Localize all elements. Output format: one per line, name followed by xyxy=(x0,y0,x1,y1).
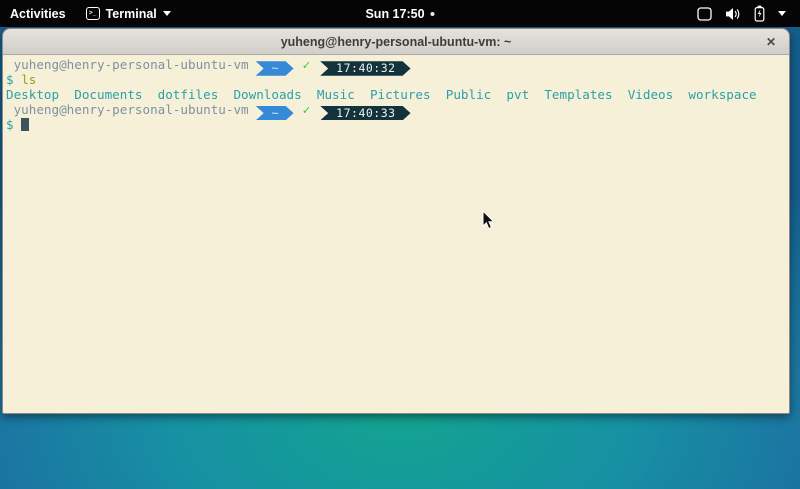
app-indicator-menu[interactable]: >_ Terminal xyxy=(76,0,181,27)
battery-charging-icon xyxy=(754,5,765,22)
prompt-symbol: $ xyxy=(6,72,14,87)
terminal-content[interactable]: yuheng@henry-personal-ubuntu-vm ~ ✓ 17:40:3… xyxy=(3,55,789,414)
terminal-app-icon-glyph: >_ xyxy=(89,10,96,17)
chevron-down-icon xyxy=(163,11,171,16)
prompt-symbol: $ xyxy=(6,117,14,132)
prompt-line-1: yuheng@henry-personal-ubuntu-vm ~ ✓ 17:40:3… xyxy=(6,58,789,73)
prompt-path-segment: ~ xyxy=(256,106,294,121)
prompt-line-2: yuheng@henry-personal-ubuntu-vm ~ ✓ 17:40:3… xyxy=(6,103,789,118)
top-bar: Activities >_ Terminal Sun 17:50 xyxy=(0,0,800,27)
system-tray-menu[interactable] xyxy=(691,0,792,27)
notification-dot-icon xyxy=(431,12,435,16)
window-titlebar[interactable]: yuheng@henry-personal-ubuntu-vm: ~ ✕ xyxy=(3,29,789,55)
check-icon: ✓ xyxy=(303,102,311,117)
volume-icon xyxy=(725,7,741,21)
desktop-root: { "top_bar": { "activities_label": "Acti… xyxy=(0,0,800,489)
prompt-time-segment: 17:40:32 xyxy=(320,61,410,76)
prompt-user: yuheng@henry-personal-ubuntu-vm xyxy=(6,102,249,117)
check-icon: ✓ xyxy=(303,57,311,72)
clock-label: Sun 17:50 xyxy=(365,7,424,21)
prompt-path-segment: ~ xyxy=(256,61,294,76)
display-icon xyxy=(697,7,712,21)
terminal-cursor xyxy=(21,118,29,132)
terminal-window: yuheng@henry-personal-ubuntu-vm: ~ ✕ yuh… xyxy=(2,28,790,414)
window-title: yuheng@henry-personal-ubuntu-vm: ~ xyxy=(281,35,512,49)
terminal-app-icon: >_ xyxy=(86,7,100,20)
clock-button[interactable]: Sun 17:50 xyxy=(365,0,434,27)
prompt-time-segment: 17:40:33 xyxy=(320,106,410,121)
activities-button[interactable]: Activities xyxy=(0,0,76,27)
ls-output: Desktop Documents dotfiles Downloads Mus… xyxy=(6,88,789,103)
chevron-down-icon xyxy=(778,11,786,16)
close-icon[interactable]: ✕ xyxy=(766,36,776,48)
prompt-user: yuheng@henry-personal-ubuntu-vm xyxy=(6,57,249,72)
command-text: ls xyxy=(21,72,36,87)
app-indicator-label: Terminal xyxy=(106,7,157,21)
mouse-cursor xyxy=(482,211,496,231)
